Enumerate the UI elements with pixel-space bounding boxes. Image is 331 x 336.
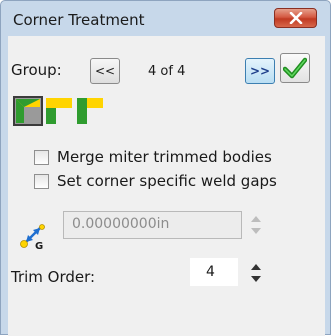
previous-group-button[interactable]: << [90,58,120,84]
weld-gap-input[interactable]: 0.00000000in [63,211,242,239]
title-bar[interactable]: Corner Treatment [1,1,330,35]
miter-corner-button[interactable] [13,96,43,126]
spin-up-icon[interactable] [251,216,261,222]
weld-gap-icon-letter: G [35,241,44,252]
weld-gap-spinner[interactable] [248,216,264,238]
close-button[interactable] [274,8,317,28]
weld-gap-label: Set corner specific weld gaps [57,172,277,190]
overlap-corner-icon [46,98,72,124]
butt-corner-icon [77,98,103,124]
ok-button[interactable] [280,53,310,83]
group-label: Group: [11,61,62,79]
miter-corner-icon [16,99,40,123]
butt-corner-button[interactable] [75,96,105,126]
dialog-title: Corner Treatment [13,11,145,29]
group-position-text: 4 of 4 [148,64,186,79]
dialog-body: Group: << 4 of 4 >> Merge miter trimmed … [8,36,325,336]
weld-gap-checkbox[interactable] [34,174,49,189]
next-group-button[interactable]: >> [245,58,275,84]
spin-down-icon[interactable] [251,228,261,234]
spin-down-icon[interactable] [251,276,261,282]
trim-order-spinner[interactable] [248,264,264,286]
trim-order-input[interactable]: 4 [190,258,238,286]
trim-order-label: Trim Order: [11,268,96,286]
overlap-corner-button[interactable] [44,96,74,126]
merge-miter-label: Merge miter trimmed bodies [57,148,272,166]
merge-miter-checkbox[interactable] [34,150,49,165]
close-x-icon [289,12,302,24]
green-checkmark-icon [283,57,307,79]
weld-gap-icon: G [20,224,48,254]
spin-up-icon[interactable] [251,264,261,270]
corner-treatment-dialog: Corner Treatment Group: << 4 of 4 >> Mer… [0,0,331,336]
